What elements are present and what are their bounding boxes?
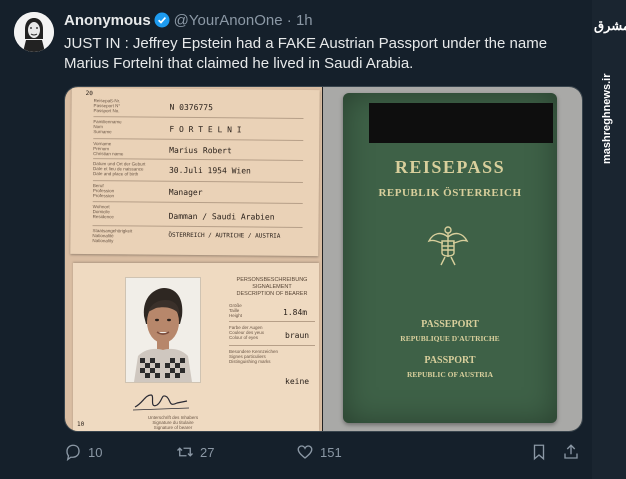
passport-description-page: PERSONSBESCHREIBUNG SIGNALEMENT DESCRIPT… <box>73 263 319 431</box>
cover-french-subtitle: REPUBLIQUE D'AUTRICHE <box>400 334 500 343</box>
divider <box>229 345 315 346</box>
label-profession: Beruf Profession Profession <box>92 183 115 199</box>
signature-icon <box>132 394 190 411</box>
reply-button[interactable]: 10 <box>64 443 102 461</box>
author-handle[interactable]: @YourAnonOne <box>174 12 283 29</box>
share-icon <box>564 444 578 459</box>
passport-data-page: 20 Reisepaß-Nr. Passeport N° Passport No… <box>70 87 320 257</box>
label-residence: Wohnort Domicile Residence <box>92 204 114 220</box>
reply-icon <box>66 444 80 461</box>
label-given-name: Vorname Prénom Christian name <box>93 141 124 157</box>
watermark-logo: مشرق <box>594 18 626 33</box>
avatar[interactable] <box>14 12 54 52</box>
profession-value: Manager <box>168 187 203 198</box>
passport-number: N 0376775 <box>169 102 213 113</box>
passport-page-photo[interactable]: 20 Reisepaß-Nr. Passeport N° Passport No… <box>65 87 322 431</box>
cover-french-title: PASSEPORT <box>421 319 479 330</box>
tweet[interactable]: Anonymous @YourAnonOne · 1h JUST IN : Jef… <box>0 0 590 479</box>
surname-value: F O R T E L N I <box>169 124 242 135</box>
signature-caption: Unterschrift des Inhabers Signature du t… <box>147 415 199 430</box>
eyes-value: braun <box>285 331 310 340</box>
birth-value: 30.Juli 1954 Wien <box>168 165 251 176</box>
label-nationality: Staatsangehörigkeit Nationalité National… <box>92 228 133 244</box>
tweet-header: Anonymous @YourAnonOne · 1h <box>64 12 313 32</box>
tweet-actions: 10 27 151 <box>64 443 584 465</box>
reply-count: 10 <box>88 444 103 460</box>
given-name-value: Marius Robert <box>169 145 232 156</box>
label-surname: Familienname Nom Surname <box>93 119 122 135</box>
retweet-icon <box>177 447 193 457</box>
cover-english-title: PASSPORT <box>424 355 476 366</box>
description-heading: PERSONSBESCHREIBUNG SIGNALEMENT DESCRIPT… <box>236 277 308 297</box>
residence-value: Damman / Saudi Arabien <box>168 211 275 222</box>
share-button[interactable] <box>562 443 580 461</box>
anonymous-mask-icon <box>14 12 54 52</box>
redaction-bar <box>369 103 553 143</box>
divider <box>229 321 315 322</box>
tweet-time[interactable]: 1h <box>296 12 313 29</box>
cover-subtitle: REPUBLIK ÖSTERREICH <box>378 187 522 199</box>
portrait-photo-icon <box>126 278 200 382</box>
page-corner-number: 20 <box>85 90 93 98</box>
label-birth: Datum und Ort der Geburt Date et lieu de… <box>92 161 146 177</box>
bookmark-button[interactable] <box>530 443 548 461</box>
passport-cover-photo[interactable]: REISEPASS REPUBLIK ÖSTERREICH PASSEPORT … <box>323 87 582 431</box>
passport-cover: REISEPASS REPUBLIK ÖSTERREICH PASSEPORT … <box>343 93 557 423</box>
cover-english-subtitle: REPUBLIC OF AUSTRIA <box>407 370 493 379</box>
heart-icon <box>297 445 313 459</box>
tweet-media[interactable]: 20 Reisepaß-Nr. Passeport N° Passport No… <box>64 86 583 432</box>
label-marks: Besondere Kennzeichen Signes particulier… <box>229 349 279 364</box>
verified-badge-icon <box>154 12 170 32</box>
watermark-site: mashreghnews.ir <box>601 73 613 164</box>
tweet-text: JUST IN : Jeffrey Epstein had a FAKE Aus… <box>64 35 548 72</box>
height-value: 1.84m <box>283 308 308 317</box>
label-passport-no: Reisepaß-Nr. Passeport N° Passport No. <box>93 98 121 114</box>
header-separator: · <box>286 12 292 29</box>
bearer-portrait <box>125 277 201 383</box>
author-name[interactable]: Anonymous <box>64 12 151 29</box>
bookmark-icon <box>533 444 545 461</box>
like-count: 151 <box>320 444 342 460</box>
page-number: 10 <box>77 421 85 428</box>
nationality-value: ÖSTERREICH / AUTRICHE / AUSTRIA <box>168 231 281 240</box>
retweet-button[interactable]: 27 <box>176 443 214 461</box>
like-button[interactable]: 151 <box>296 443 342 461</box>
marks-value: keine <box>285 377 310 386</box>
austrian-eagle-emblem-icon <box>427 226 469 266</box>
cover-title: REISEPASS <box>394 157 506 177</box>
retweet-count: 27 <box>200 444 215 460</box>
